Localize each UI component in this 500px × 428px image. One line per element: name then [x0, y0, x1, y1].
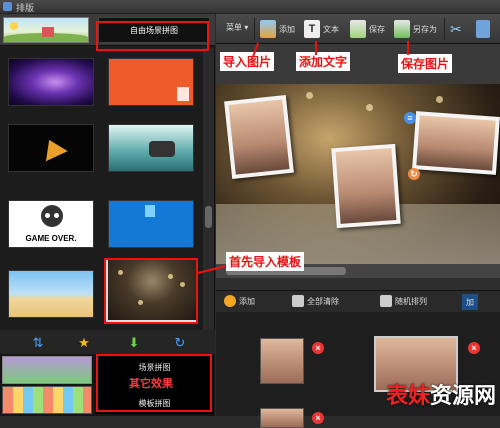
- text-icon: T: [304, 20, 320, 38]
- annotation-add-text: 添加文字: [296, 52, 351, 71]
- add-text-button[interactable]: T 文本: [304, 18, 339, 40]
- shuffle-icon: [380, 295, 392, 307]
- annotation-arrow: [407, 41, 409, 55]
- photo-frame[interactable]: [331, 143, 401, 229]
- main-toolbar: 菜单 ▾ 添加 T 文本 保存 另存为 ✂: [216, 14, 500, 44]
- scissors-icon: ✂: [450, 20, 462, 37]
- plus-icon: [224, 295, 236, 307]
- cut-button[interactable]: ✂: [450, 18, 462, 40]
- photo-frame-selected[interactable]: [412, 111, 500, 175]
- save-as-button[interactable]: 另存为: [394, 18, 437, 40]
- more-button[interactable]: 加: [462, 294, 478, 310]
- template-thumb[interactable]: [108, 58, 194, 106]
- save-as-icon: [394, 20, 410, 38]
- template-thumb[interactable]: GAME OVER.: [8, 200, 94, 248]
- app-icon: [3, 2, 12, 11]
- watermark: 表妹资源网: [385, 383, 496, 408]
- delete-layer-icon[interactable]: ×: [312, 342, 324, 354]
- rotate-icon[interactable]: ↻: [408, 168, 420, 180]
- more-label: 加: [466, 297, 474, 307]
- tab-thumbnail[interactable]: [3, 17, 89, 43]
- random-arrange-label: 随机排列: [395, 296, 427, 306]
- collage-canvas[interactable]: ≡ ↻: [216, 84, 500, 264]
- text-label: 文本: [323, 24, 339, 34]
- template-tools: ⇅ ★ ⬇ ↻: [0, 330, 215, 356]
- save-label: 保存: [369, 24, 385, 34]
- template-thumb[interactable]: [8, 270, 94, 318]
- add-layer-button[interactable]: 添加: [224, 295, 255, 307]
- layer-thumb[interactable]: [260, 338, 304, 384]
- annotation-box: [104, 258, 198, 324]
- template-thumb[interactable]: [8, 58, 94, 106]
- save-icon: [350, 20, 366, 38]
- scene-collage-thumb[interactable]: [2, 356, 92, 384]
- refresh-icon[interactable]: ↻: [172, 335, 188, 351]
- template-thumb[interactable]: [8, 124, 94, 172]
- template-collage-thumb[interactable]: [2, 386, 92, 414]
- layer-menu-icon[interactable]: ≡: [404, 112, 416, 124]
- annotation-other-effects: 其它效果: [126, 374, 176, 392]
- download-icon[interactable]: ⬇: [126, 335, 142, 351]
- template-thumb[interactable]: [108, 124, 194, 172]
- random-arrange-button[interactable]: 随机排列: [380, 295, 427, 307]
- star-icon[interactable]: ★: [76, 335, 92, 351]
- delete-layer-icon[interactable]: ×: [312, 412, 324, 424]
- clear-icon: [292, 295, 304, 307]
- clear-all-button[interactable]: 全部清除: [292, 295, 339, 307]
- annotation-import-template-first: 首先导入模板: [226, 252, 305, 271]
- copy-button[interactable]: [476, 18, 490, 40]
- copy-icon: [476, 20, 490, 38]
- menu-button[interactable]: 菜单 ▾: [226, 22, 248, 33]
- delete-layer-icon[interactable]: ×: [468, 342, 480, 354]
- save-as-label: 另存为: [413, 24, 437, 34]
- template-thumb[interactable]: [108, 200, 194, 248]
- thumb-caption: GAME OVER.: [25, 234, 77, 243]
- layer-list: × × × 表妹资源网: [216, 312, 500, 428]
- clear-all-label: 全部清除: [307, 296, 339, 306]
- layer-thumb[interactable]: [260, 408, 304, 428]
- template-scrollbar[interactable]: [203, 48, 214, 330]
- image-icon: [260, 20, 276, 38]
- editor-panel: 菜单 ▾ 添加 T 文本 保存 另存为 ✂ ≡ ↻ 添加 全部清除 随机排列 加…: [216, 14, 500, 428]
- annotation-box: [96, 21, 209, 51]
- annotation-import-image: 导入图片: [220, 52, 275, 71]
- photo-frame[interactable]: [224, 94, 294, 180]
- add-label: 添加: [279, 24, 295, 34]
- title-bar: 排版: [0, 0, 500, 14]
- layer-toolbar: 添加 全部清除 随机排列 加: [216, 290, 500, 312]
- annotation-arrow: [315, 41, 317, 55]
- window-title: 排版: [16, 3, 35, 13]
- annotation-save-image: 保存图片: [398, 54, 453, 73]
- sort-icon[interactable]: ⇅: [30, 335, 46, 351]
- save-button[interactable]: 保存: [350, 18, 385, 40]
- add-layer-label: 添加: [239, 296, 255, 306]
- add-image-button[interactable]: 添加: [260, 18, 295, 40]
- scroll-thumb[interactable]: [205, 206, 212, 228]
